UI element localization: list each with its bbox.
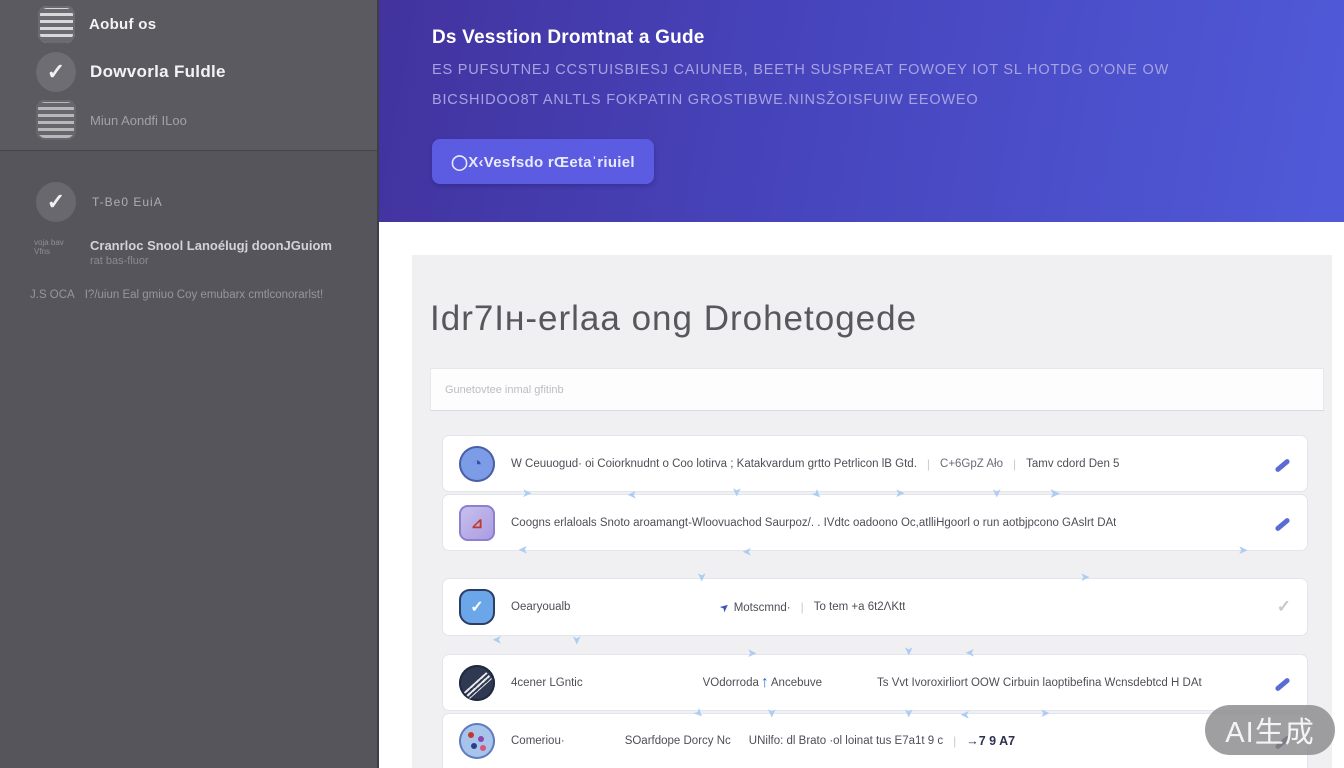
list-item[interactable]: ◔ W Ceuuogud· oi Coiorknudnt o Coo lotir… (442, 435, 1308, 492)
sidebar-item-label: Miun Aondfi ILoo (90, 113, 187, 128)
header-subtitle-line1: ES PUFSUTNEJ CCSTUISBIESJ CAIUNEB, BEETH… (432, 62, 1169, 78)
row-text: Oearyoualb (511, 601, 570, 613)
row-text: Motscmnd· (734, 602, 791, 614)
arrow-icon: ➤ (731, 487, 743, 497)
ai-generated-watermark: AI生成 (1205, 705, 1335, 755)
list-lines-icon (38, 6, 75, 43)
row-text-group: ➤Motscmnd· (720, 598, 790, 616)
arrow-icon: ➤ (965, 647, 975, 659)
checkmark-circle-icon: ✓ (36, 182, 76, 222)
search-box (430, 368, 1324, 411)
sidebar-item-about[interactable]: Aobuf os (38, 6, 156, 43)
sidebar-item-label: T-Be0 EuiA (92, 195, 163, 209)
list-item[interactable]: Comeriou· SOarfdope Dorcy Nc ŪNilfo: dl … (442, 713, 1308, 768)
up-arrow-icon: ↑ (761, 674, 769, 692)
cursor-mark-icon: ➤ (717, 600, 732, 616)
sidebar-item-sublabel: rat bas-fluor (90, 255, 332, 267)
photo-icon: ⊿ (459, 505, 495, 541)
row-text: Ancebuve (771, 677, 822, 689)
sidebar-item-text: Cranrloc Snool Lanoélugj doonJGuiom rat … (90, 238, 332, 267)
sidebar-item-guide[interactable]: voja bav Vfns Cranrloc Snool Lanoélugj d… (34, 238, 332, 267)
beads-icon (459, 723, 495, 759)
sidebar-item-download[interactable]: ✓ Dowvorla Fuldle (36, 52, 226, 92)
gray-check-icon[interactable]: ✓ (1277, 597, 1291, 617)
sidebar-note-label: I?/uiun Eal gmiuo Coy emubarx cmtlconora… (85, 289, 323, 301)
list-item[interactable]: 4cener LGntic VOdorroda ↑ Ancebuve Ts Vv… (442, 654, 1308, 711)
row-text: 4cener LGntic (511, 677, 583, 689)
sidebar-item-label: Dowvorla Fuldle (90, 62, 226, 82)
shield-check-icon: ✓ (459, 589, 495, 625)
row-text: VOdorroda (703, 677, 759, 689)
list-item[interactable]: ✓ Oearyoualb ➤Motscmnd· | To tem +a 6t2Λ… (442, 578, 1308, 636)
sidebar-item-label: Cranrloc Snool Lanoélugj doonJGuiom (90, 238, 332, 253)
row-text: ŪNilfo: dl Brato ·ol loinat tus E7a1t 9 … (749, 735, 943, 747)
content-panel: Idr7Iʜ-erlaa ong Drohetogede ◔ W Ceuuogu… (412, 255, 1332, 768)
row-text: Ts Vvt Ivoroxirliort OOW Cirbuin laoptib… (877, 677, 1202, 689)
arrow-icon: ➤ (522, 487, 532, 499)
list-item[interactable]: ⊿ Coogns erlaloals Snoto aroamangt-Wloov… (442, 494, 1308, 551)
search-input[interactable] (431, 369, 1323, 410)
arrow-icon: ➤ (895, 487, 905, 499)
row-text: To tem +a 6t2ΛKtt (814, 601, 906, 613)
sidebar-note-prefix: J.S OCA (30, 289, 75, 301)
arrow-icon: ➤ (1080, 571, 1090, 583)
sidebar-item-manual[interactable]: Miun Aondfi ILoo (36, 100, 187, 140)
version-detail-button[interactable]: ◯X‹Vesfsdo rŒetaˈriuiel (432, 139, 654, 184)
arrow-icon: ➤ (518, 544, 528, 556)
arrow-icon: ➤ (960, 709, 970, 721)
pencil-dark-icon (459, 665, 495, 701)
checkmark-circle-icon: ✓ (36, 52, 76, 92)
sidebar-item-label: Aobuf os (89, 16, 156, 33)
page-title: Ds Vesstion Dromtnat a Gude (432, 27, 705, 49)
edit-pencil-icon[interactable] (1274, 674, 1291, 692)
arrow-icon: ➤ (492, 634, 502, 646)
arrow-icon: ➤ (903, 646, 915, 656)
globe-clock-icon: ◔ (459, 446, 495, 482)
page-header: Ds Vesstion Dromtnat a Gude ES PUFSUTNEJ… (379, 0, 1344, 222)
arrow-icon: ➤ (766, 708, 778, 718)
sidebar: Aobuf os ✓ Dowvorla Fuldle Miun Aondfi I… (0, 0, 379, 768)
arrow-icon: ➤ (991, 488, 1003, 498)
row-text: W Ceuuogud· oi Coiorknudnt o Coo lotirva… (511, 458, 917, 470)
arrow-icon: ➤ (1049, 486, 1061, 500)
edit-pencil-icon[interactable] (1274, 514, 1291, 532)
arrow-icon: ➤ (1040, 707, 1050, 719)
separator: | (801, 600, 804, 614)
list-lines-icon (36, 100, 76, 140)
sidebar-item-note[interactable]: J.S OCA I?/uiun Eal gmiuo Coy emubarx cm… (30, 289, 323, 301)
separator: | (953, 734, 956, 748)
separator: | (927, 457, 930, 471)
row-text: SOarfdope Dorcy Nc (625, 735, 731, 747)
row-text: Comeriou· (511, 735, 565, 747)
row-text: Tamv cdord Den 5 (1026, 458, 1119, 470)
arrow-icon: ➤ (627, 489, 637, 501)
arrow-icon: ➤ (571, 635, 583, 645)
row-text: →7 9 A7 (966, 734, 1015, 748)
edit-pencil-icon[interactable] (1274, 455, 1291, 473)
separator: | (1013, 457, 1016, 471)
section-heading: Idr7Iʜ-erlaa ong Drohetogede (430, 299, 917, 339)
row-text: Coogns erlaloals Snoto aroamangt-Wloovua… (511, 517, 1116, 529)
arrow-icon: ➤ (696, 572, 708, 582)
app-window: Aobuf os ✓ Dowvorla Fuldle Miun Aondfi I… (0, 0, 1344, 768)
header-subtitle-line2: BICSHIDOO8T ANLTLS FOKPATIN GROSTIBWE.NI… (432, 92, 978, 108)
sidebar-item-eula[interactable]: ✓ T-Be0 EuiA (36, 182, 163, 222)
arrow-icon: ➤ (747, 647, 757, 659)
arrow-icon: ➤ (1238, 544, 1248, 556)
mini-badge-icon: voja bav Vfns (34, 238, 80, 256)
row-text: C+6GpŽ Ało (940, 458, 1003, 470)
arrow-icon: ➤ (742, 546, 752, 558)
arrow-icon: ➤ (903, 708, 915, 718)
